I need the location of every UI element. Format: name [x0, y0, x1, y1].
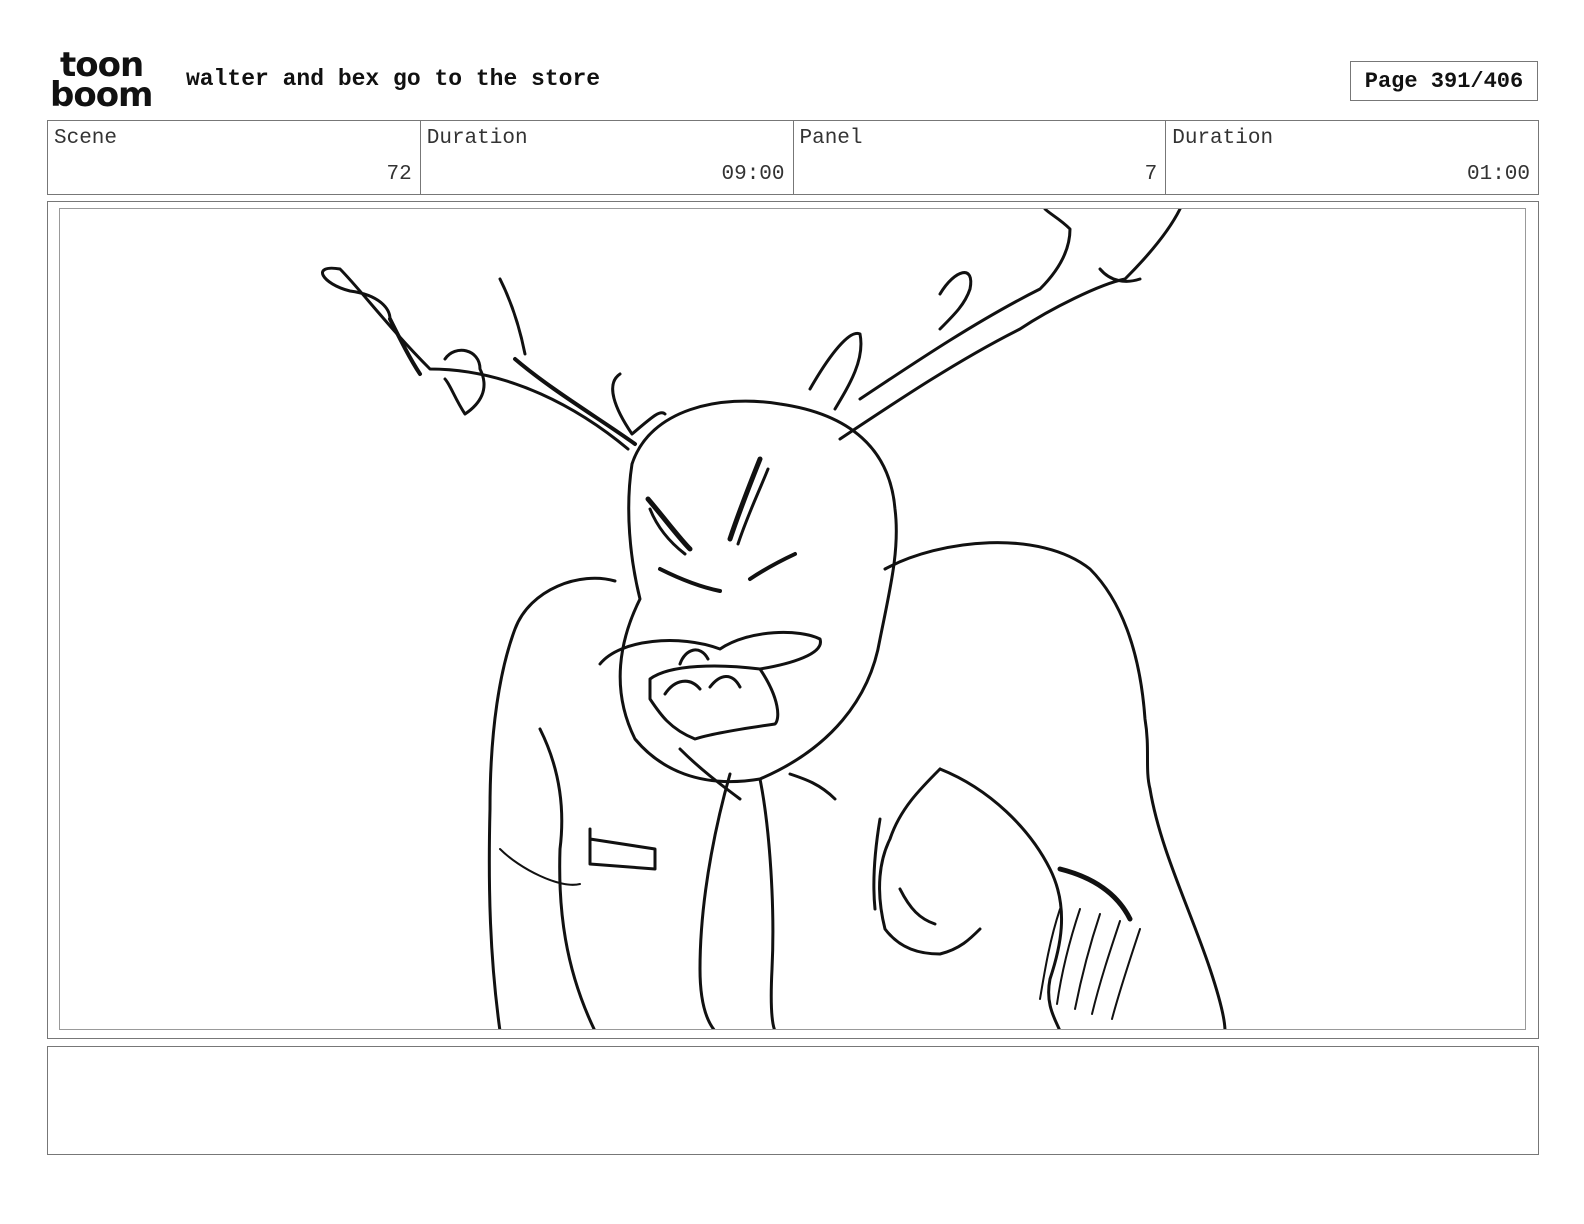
scene-label: Scene [54, 127, 118, 150]
panel-duration-cell: Duration 01:00 [1166, 121, 1538, 194]
scene-duration-value: 09:00 [721, 163, 785, 186]
panel-frame [47, 201, 1539, 1039]
logo-text-bottom: boom [50, 75, 153, 115]
scene-duration-cell: Duration 09:00 [421, 121, 794, 194]
panel-info-row: Scene 72 Duration 09:00 Panel 7 Duration… [47, 120, 1539, 195]
panel-label: Panel [799, 127, 863, 150]
panel-cell: Panel 7 [794, 121, 1167, 194]
notes-box [47, 1046, 1539, 1155]
page-indicator: Page 391/406 [1350, 61, 1538, 101]
scene-duration-label: Duration [426, 127, 528, 150]
scene-value: 72 [386, 163, 412, 186]
page-label: Page 391/406 [1364, 68, 1524, 94]
panel-value: 7 [1144, 163, 1158, 186]
panel-duration-value: 01:00 [1466, 163, 1530, 186]
character-sketch [320, 209, 1227, 1029]
panel-drawing-area [59, 208, 1526, 1030]
storyboard-title: walter and bex go to the store [186, 66, 601, 92]
panel-duration-label: Duration [1172, 127, 1274, 150]
toonboom-logo: toon boom [50, 48, 166, 115]
scene-cell: Scene 72 [48, 121, 421, 194]
